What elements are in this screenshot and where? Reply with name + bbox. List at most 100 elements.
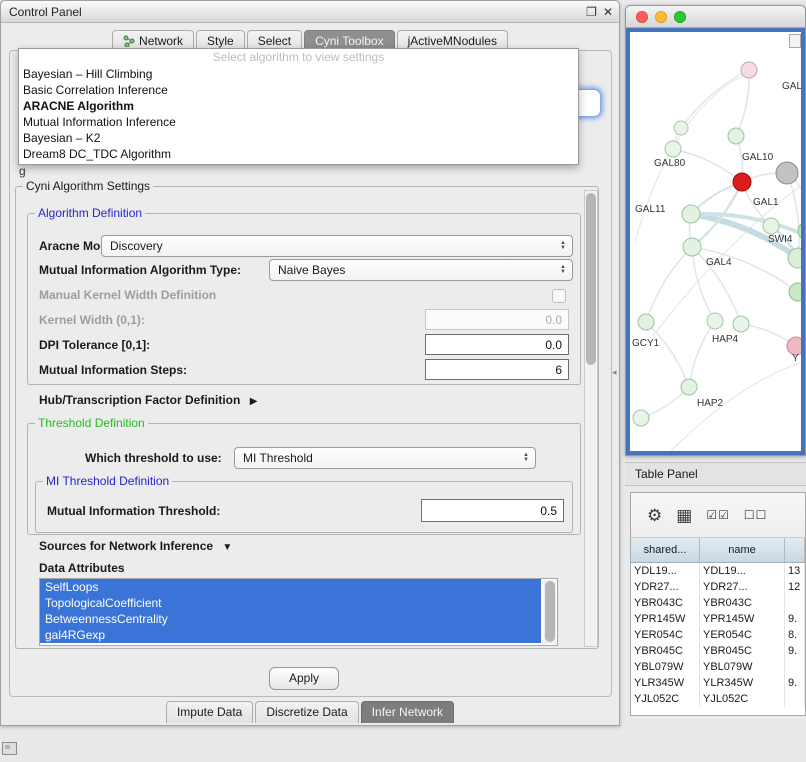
gear-icon[interactable]: ⚙	[647, 507, 662, 524]
table-cell[interactable]	[785, 659, 805, 675]
network-node[interactable]	[776, 162, 798, 184]
attributes-scrollbar[interactable]	[544, 580, 556, 644]
kernel-width-field[interactable]	[425, 309, 569, 330]
table-cell[interactable]	[785, 595, 805, 611]
table-cell[interactable]: 9.	[785, 675, 805, 691]
network-node[interactable]	[733, 173, 751, 191]
deselect-all-icon[interactable]: ☐☐	[744, 509, 768, 521]
table-cell[interactable]: YJL052C	[631, 691, 700, 707]
table-cell[interactable]: YER054C	[631, 627, 700, 643]
table-row[interactable]: YBR043CYBR043C	[631, 595, 805, 611]
sources-section-header[interactable]: Sources for Network Inference ▼	[39, 539, 232, 553]
table-cell[interactable]: YLR345W	[700, 675, 785, 691]
network-edge[interactable]	[692, 247, 798, 292]
network-node[interactable]	[789, 283, 803, 301]
mi-steps-field[interactable]	[425, 359, 569, 380]
scrollbar-thumb[interactable]	[545, 581, 555, 642]
aracne-mode-select[interactable]: Discovery ▲▼	[101, 235, 573, 257]
scrollbar-thumb[interactable]	[586, 193, 596, 365]
table-cell[interactable]: YBR045C	[631, 643, 700, 659]
dropdown-item[interactable]: Basic Correlation Inference	[19, 82, 578, 98]
table-cell[interactable]: YBR043C	[700, 595, 785, 611]
table-cell[interactable]: 9.	[785, 611, 805, 627]
network-edge[interactable]	[646, 322, 689, 387]
table-cell[interactable]: YDR27...	[631, 579, 700, 595]
table-cell[interactable]: YER054C	[700, 627, 785, 643]
column-header[interactable]	[785, 538, 805, 563]
table-row[interactable]: YLR345WYLR345W9.	[631, 675, 805, 691]
dropdown-item[interactable]: Mutual Information Inference	[19, 114, 578, 130]
hub-section-header[interactable]: Hub/Transcription Factor Definition ▶	[39, 393, 257, 407]
birdseye-toggle[interactable]	[789, 34, 801, 48]
tab-impute-data[interactable]: Impute Data	[166, 701, 253, 723]
splitter-handle[interactable]: ◂	[612, 367, 617, 378]
network-node[interactable]	[763, 218, 779, 234]
dpi-tolerance-field[interactable]	[425, 334, 569, 355]
columns-icon[interactable]: ▦	[676, 507, 692, 524]
network-edge[interactable]	[689, 321, 715, 387]
mi-threshold-field[interactable]	[421, 499, 564, 522]
network-node[interactable]	[638, 314, 654, 330]
zoom-traffic-light[interactable]	[674, 11, 686, 23]
table-row[interactable]: YJL052CYJL052C	[631, 691, 805, 707]
manual-kernel-checkbox[interactable]	[552, 289, 566, 303]
network-node[interactable]	[681, 379, 697, 395]
network-node[interactable]	[733, 316, 749, 332]
attribute-item[interactable]: BetweennessCentrality	[40, 611, 541, 627]
column-header[interactable]: name	[700, 538, 785, 563]
table-cell[interactable]: YLR345W	[631, 675, 700, 691]
network-node[interactable]	[788, 248, 803, 268]
table-cell[interactable]: 9.	[785, 643, 805, 659]
which-threshold-select[interactable]: MI Threshold ▲▼	[234, 447, 536, 469]
table-row[interactable]: YDR27...YDR27...12	[631, 579, 805, 595]
tab-discretize-data[interactable]: Discretize Data	[255, 701, 358, 723]
network-edge[interactable]	[641, 387, 689, 418]
table-cell[interactable]: YBL079W	[700, 659, 785, 675]
close-traffic-light[interactable]	[636, 11, 648, 23]
minimized-panel-icon[interactable]	[2, 742, 17, 755]
dropdown-item[interactable]: Bayesian – Hill Climbing	[19, 66, 578, 82]
attribute-item[interactable]: gal4RGexp	[40, 627, 541, 643]
apply-button[interactable]: Apply	[269, 667, 339, 690]
column-header[interactable]: shared...	[631, 538, 700, 563]
network-canvas[interactable]: GALGAL80GAL10GAL11GAL1SWI4GAL4GCY1HAP4YH…	[626, 28, 805, 455]
table-row[interactable]: YDL19...YDL19...13	[631, 563, 805, 580]
table-cell[interactable]: YJL052C	[700, 691, 785, 707]
table-cell[interactable]: YDL19...	[631, 563, 700, 580]
network-node[interactable]	[682, 205, 700, 223]
network-edge[interactable]	[736, 70, 749, 136]
table-cell[interactable]: 13	[785, 563, 805, 580]
settings-scrollbar[interactable]	[584, 190, 598, 647]
minimize-traffic-light[interactable]	[655, 11, 667, 23]
select-all-icon[interactable]: ☑☑	[706, 509, 730, 521]
network-node[interactable]	[707, 313, 723, 329]
network-node[interactable]	[665, 141, 681, 157]
table-cell[interactable]: 12	[785, 579, 805, 595]
close-icon[interactable]: ✕	[603, 6, 613, 18]
dropdown-item[interactable]: Bayesian – K2	[19, 130, 578, 146]
attribute-item[interactable]: SelfLoops	[40, 579, 541, 595]
attribute-item[interactable]: TopologicalCoefficient	[40, 595, 541, 611]
table-cell[interactable]: 8.	[785, 627, 805, 643]
table-row[interactable]: YER054CYER054C8.	[631, 627, 805, 643]
table-row[interactable]: YPR145WYPR145W9.	[631, 611, 805, 627]
dropdown-item[interactable]: Dream8 DC_TDC Algorithm	[19, 146, 578, 162]
table-cell[interactable]: YPR145W	[631, 611, 700, 627]
table-cell[interactable]: YDL19...	[700, 563, 785, 580]
network-node[interactable]	[741, 62, 757, 78]
network-node[interactable]	[728, 128, 744, 144]
float-window-icon[interactable]: ❐	[586, 6, 597, 18]
table-row[interactable]: YBR045CYBR045C9.	[631, 643, 805, 659]
table-cell[interactable]: YBR045C	[700, 643, 785, 659]
network-node[interactable]	[674, 121, 688, 135]
network-edge[interactable]	[646, 247, 692, 322]
network-node[interactable]	[683, 238, 701, 256]
table-cell[interactable]: YDR27...	[700, 579, 785, 595]
network-node[interactable]	[633, 410, 649, 426]
tab-infer-network[interactable]: Infer Network	[361, 701, 454, 723]
mi-algorithm-type-select[interactable]: Naive Bayes ▲▼	[269, 259, 573, 281]
table-cell[interactable]: YPR145W	[700, 611, 785, 627]
table-cell[interactable]: YBL079W	[631, 659, 700, 675]
table-cell[interactable]: YBR043C	[631, 595, 700, 611]
dropdown-item[interactable]: ARACNE Algorithm	[19, 98, 578, 114]
